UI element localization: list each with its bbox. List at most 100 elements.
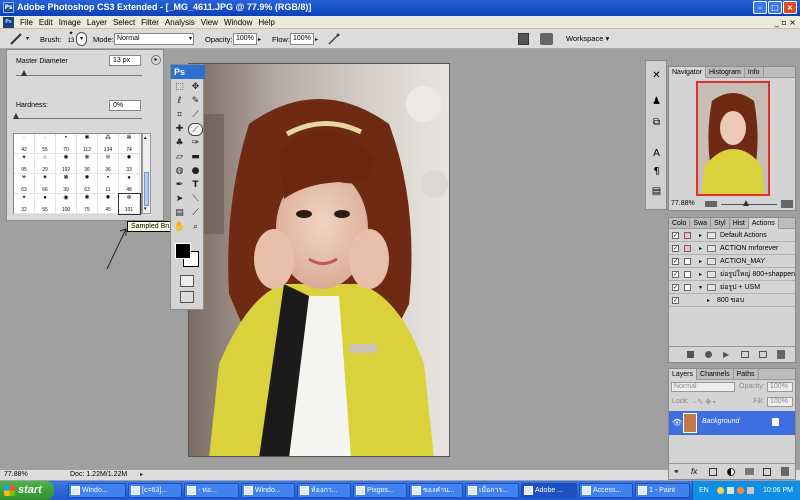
brush-preset[interactable]: ❄ 101 [118, 193, 141, 215]
lasso-tool-icon[interactable]: ℓ [172, 95, 187, 108]
clone-source-icon[interactable]: ⧉ [650, 116, 663, 129]
history-brush-tool-icon[interactable]: ✑ [188, 137, 203, 150]
tray-icon[interactable] [717, 487, 724, 494]
navigator-preview[interactable] [696, 81, 770, 196]
status-menu-icon[interactable]: ▸ [140, 470, 143, 480]
navigator-zoom-value[interactable]: 77.88% [671, 200, 695, 207]
tab-styles[interactable]: Styl [711, 218, 730, 229]
menu-select[interactable]: Select [110, 16, 138, 29]
tab-swatches[interactable]: Swa [690, 218, 712, 229]
network-icon[interactable] [727, 487, 734, 494]
start-button[interactable]: start [0, 481, 54, 500]
tool-preset-dropdown-icon[interactable]: ▾ [26, 35, 29, 42]
brush-preset[interactable]: • 70 [56, 134, 77, 154]
hardness-input[interactable]: 0% [109, 100, 141, 111]
brush-tool-icon[interactable]: ⟋ [188, 123, 203, 136]
minimize-button[interactable]: – [753, 1, 767, 14]
menu-analysis[interactable]: Analysis [162, 16, 198, 29]
menu-help[interactable]: Help [255, 16, 277, 29]
file-browser-icon[interactable] [518, 33, 529, 45]
layer-name[interactable]: Background [702, 418, 739, 425]
adjustment-layer-icon[interactable] [727, 468, 735, 476]
hardness-slider-handle[interactable] [13, 113, 19, 119]
flow-input[interactable]: 100% [290, 33, 314, 45]
brush-preset[interactable]: ● 48 [119, 174, 140, 194]
taskbar-item[interactable]: - ห่อ... [184, 483, 239, 498]
opacity-dropdown-icon[interactable]: ▸ [258, 36, 261, 43]
brush-preset[interactable]: ✻ 74 [119, 134, 140, 154]
add-mask-icon[interactable] [709, 468, 717, 476]
eyedropper-tool-icon[interactable]: ⟋ [188, 207, 203, 220]
brush-preset[interactable]: • 11 [98, 174, 119, 194]
new-layer-icon[interactable] [763, 468, 771, 476]
menu-file[interactable]: File [17, 16, 36, 29]
delete-layer-icon[interactable] [781, 467, 789, 476]
menu-edit[interactable]: Edit [36, 16, 56, 29]
tab-layers[interactable]: Layers [669, 369, 698, 380]
dialog-toggle-icon[interactable] [684, 258, 691, 265]
master-diameter-slider[interactable] [16, 75, 142, 76]
slice-tool-icon[interactable]: ⟋ [188, 109, 203, 122]
tray-icon[interactable] [737, 487, 744, 494]
clock[interactable]: 10:06 PM [763, 481, 793, 500]
hand-tool-icon[interactable]: ✋ [172, 221, 187, 234]
action-check-icon[interactable]: ✓ [672, 245, 679, 252]
scroll-down-arrow-icon[interactable]: ▾ [144, 206, 149, 212]
brush-preset[interactable]: ✹ 33 [119, 154, 140, 174]
new-group-icon[interactable] [745, 468, 754, 475]
menu-filter[interactable]: Filter [138, 16, 162, 29]
action-row[interactable]: ✓ ▸ 800 ขอบ [669, 295, 795, 307]
taskbar-item[interactable]: ห้องภา... [297, 483, 351, 498]
play-icon[interactable]: ▶ [723, 350, 729, 359]
menu-view[interactable]: View [198, 16, 221, 29]
menu-image[interactable]: Image [56, 16, 84, 29]
brush-preset[interactable]: ✱ 112 [77, 134, 98, 154]
brush-preset[interactable]: · 42 [14, 134, 35, 154]
new-set-icon[interactable] [741, 351, 749, 358]
crop-tool-icon[interactable]: ⌗ [172, 109, 187, 122]
pen-tool-icon[interactable]: ✒ [172, 179, 187, 192]
opacity-input[interactable]: 100% [233, 33, 257, 45]
zoom-tool-icon[interactable]: ⌕ [188, 221, 203, 234]
taskbar-item[interactable]: [c=63]... [128, 483, 182, 498]
tab-paths[interactable]: Paths [734, 369, 759, 380]
marquee-tool-icon[interactable]: ⬚ [172, 81, 187, 94]
action-check-icon[interactable]: ✓ [672, 258, 679, 265]
document-window-controls[interactable]: _ ▫ × [756, 17, 796, 28]
volume-icon[interactable] [747, 487, 754, 494]
tab-history[interactable]: Hist [730, 218, 749, 229]
brush-preset[interactable]: ✸ 63 [77, 174, 98, 194]
taskbar-item[interactable]: Windo... [68, 483, 126, 498]
taskbar-item-active[interactable]: Adobe ... [521, 483, 577, 498]
mode-select[interactable]: Normal ▾ [114, 33, 194, 45]
healing-brush-tool-icon[interactable]: ✚ [172, 123, 187, 136]
airbrush-icon[interactable] [328, 33, 340, 45]
record-icon[interactable] [705, 351, 712, 358]
document-icon[interactable]: Ps [3, 17, 14, 28]
brush-preset[interactable]: ✶ 32 [14, 194, 35, 214]
character-icon[interactable]: A [650, 147, 663, 160]
dialog-toggle-icon[interactable] [684, 232, 691, 239]
action-check-icon[interactable]: ✓ [672, 232, 679, 239]
tab-info[interactable]: Info [745, 67, 764, 78]
tool-presets-icon[interactable]: ✕ [650, 69, 663, 82]
taskbar-item[interactable]: Windo... [241, 483, 295, 498]
brush-preset[interactable]: ◉ 100 [56, 194, 77, 214]
hardness-slider[interactable] [16, 118, 142, 119]
zoom-out-icon[interactable] [705, 201, 717, 207]
layer-opacity-input[interactable]: 100% [767, 382, 793, 392]
tab-actions[interactable]: Actions [748, 218, 779, 229]
master-diameter-slider-handle[interactable] [21, 70, 27, 76]
dialog-toggle-icon[interactable] [684, 271, 691, 278]
eye-visibility-icon[interactable]: 👁 [672, 418, 682, 427]
menu-layer[interactable]: Layer [84, 16, 110, 29]
zoom-level[interactable]: 77.88% [4, 470, 28, 480]
brush-grid-scrollbar[interactable]: ▴ ▾ [142, 133, 151, 214]
brush-preset[interactable]: ✷ 66 [35, 174, 56, 194]
brush-preset[interactable]: ☆ 29 [35, 154, 56, 174]
dodge-tool-icon[interactable]: ● [188, 165, 203, 178]
blend-mode-select[interactable]: Normal [671, 382, 735, 392]
action-check-icon[interactable]: ✓ [672, 271, 679, 278]
action-check-icon[interactable]: ✓ [672, 284, 679, 291]
scroll-thumb[interactable] [144, 172, 149, 206]
